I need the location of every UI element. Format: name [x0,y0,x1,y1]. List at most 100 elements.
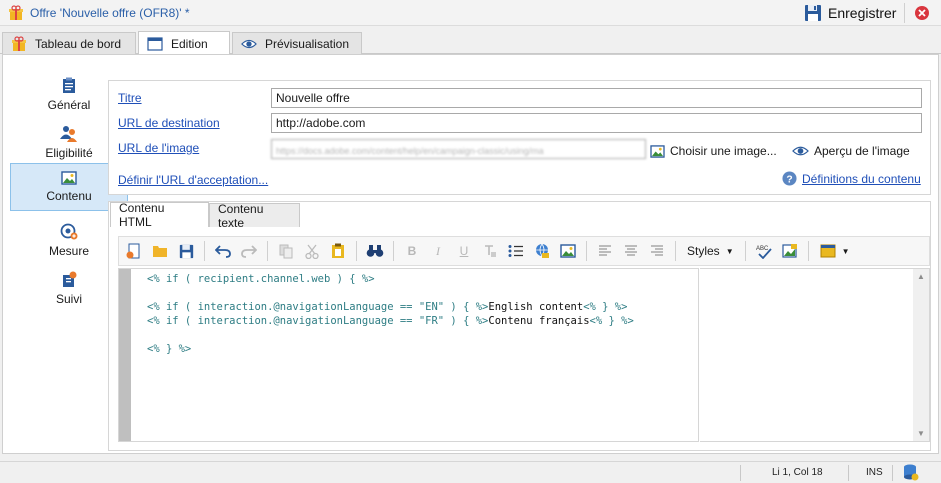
open-button[interactable] [149,240,171,262]
title-field[interactable]: Nouvelle offre [271,88,922,108]
align-right-icon [651,245,663,256]
title-separator [904,3,905,23]
clear-format-button[interactable] [479,240,501,262]
italic-button[interactable]: I [427,240,449,262]
target-icon [60,223,78,239]
image-icon [560,244,576,258]
status-separator [740,465,741,481]
title-link[interactable]: Titre [118,91,142,105]
svg-text:ABC: ABC [756,246,769,252]
chevron-down-icon: ▼ [841,246,850,256]
bullet-list-icon [508,245,523,257]
content-definitions-button[interactable]: ? Définitions du contenu [782,171,921,186]
underline-button[interactable]: U [453,240,475,262]
copy-button[interactable] [275,240,297,262]
floppy-disk-icon [805,5,821,21]
align-left-button[interactable] [594,240,616,262]
scissors-icon [305,244,319,259]
image-url-link[interactable]: URL de l'image [118,141,199,155]
styles-dropdown-label: Styles [687,244,720,258]
insert-block-icon [820,244,836,258]
tab-html-content[interactable]: Contenu HTML [110,201,209,229]
sidebar-item-measure-label: Mesure [48,243,89,258]
paste-button[interactable] [327,240,349,262]
vertical-scrollbar[interactable]: ▲ ▼ [913,269,929,441]
scroll-down-icon[interactable]: ▼ [917,429,925,438]
save-file-button[interactable] [175,240,197,262]
image-icon [61,171,77,185]
spellcheck-icon: ABC [756,246,772,259]
insert-image-button[interactable] [557,240,579,262]
toolbar-separator [267,241,268,261]
paste-icon [332,243,344,258]
code-line-3c: <% } %> [583,301,628,313]
people-icon [60,125,77,142]
find-button[interactable] [364,240,386,262]
align-right-button[interactable] [646,240,668,262]
sidebar-item-content-label: Contenu [46,189,92,203]
tab-edition[interactable]: Edition [138,31,230,55]
editor-toolbar: B I U Styles ▼ ABC ▼ [118,236,930,266]
html-code-editor[interactable]: <% if ( recipient.channel.web ) { %> <% … [118,268,699,442]
choose-image-button[interactable]: Choisir une image... [650,144,777,158]
editor-side-pane: ▲ ▼ [700,268,930,442]
gift-icon [12,36,26,51]
undo-icon [215,245,231,258]
copy-icon [279,244,293,258]
eye-icon [792,146,809,156]
image-preview-button[interactable]: Aperçu de l'image [792,144,910,158]
code-line-3a: <% if ( interaction.@navigationLanguage … [147,301,489,313]
insert-dropdown[interactable]: ▼ [816,240,854,262]
toolbar-separator [807,241,809,261]
tab-edition-label: Edition [171,36,208,51]
editor-gutter [119,269,131,441]
clipboard-icon [63,77,75,93]
tab-text-content[interactable]: Contenu texte [209,202,300,230]
toolbar-separator [356,241,357,261]
close-icon [915,6,929,20]
image-icon [650,144,665,158]
status-separator [892,465,893,481]
destination-url-link[interactable]: URL de destination [118,116,220,130]
save-button[interactable]: Enregistrer [800,1,904,25]
tab-dashboard[interactable]: Tableau de bord [2,32,136,55]
sidebar-item-tracking-label: Suivi [55,291,82,306]
image-properties-button[interactable] [779,240,801,262]
image-url-field[interactable]: https://docs.adobe.com/content/help/en/c… [271,139,646,159]
gift-icon [9,5,23,20]
toolbar-separator [675,241,676,261]
sidebar-item-general-label: Général [47,97,91,112]
accept-url-link[interactable]: Définir l'URL d'acceptation... [118,173,268,187]
code-content: <% if ( recipient.channel.web ) { %> <% … [147,272,634,356]
window-icon [147,36,163,51]
bullet-list-button[interactable] [505,240,527,262]
floppy-disk-icon [179,244,193,258]
database-icon[interactable] [903,464,919,482]
image-preview-label: Aperçu de l'image [814,144,910,158]
close-button[interactable] [910,2,934,24]
align-center-button[interactable] [620,240,642,262]
insert-link-button[interactable] [531,240,553,262]
new-document-button[interactable] [123,240,145,262]
tab-preview[interactable]: Prévisualisation [232,32,362,55]
cut-button[interactable] [301,240,323,262]
choose-image-label: Choisir une image... [670,144,777,158]
styles-dropdown[interactable]: Styles ▼ [683,240,738,262]
undo-button[interactable] [212,240,234,262]
main-tab-strip: Tableau de bord Edition Prévisualisation [0,30,941,55]
spellcheck-button[interactable]: ABC [753,240,775,262]
toolbar-separator [586,241,587,261]
toolbar-separator [744,241,746,261]
destination-url-field[interactable]: http://adobe.com [271,113,922,133]
globe-link-icon [536,243,549,258]
content-definitions-label: Définitions du contenu [802,171,921,186]
redo-icon [241,245,257,258]
redo-button[interactable] [238,240,260,262]
scroll-up-icon[interactable]: ▲ [917,272,925,281]
folder-icon [153,246,167,257]
bold-button[interactable]: B [401,240,423,262]
cursor-position: Li 1, Col 18 [772,467,823,478]
code-line-4b: Contenu français [488,315,590,327]
code-line-1: <% if ( recipient.channel.web ) { %> [147,273,375,285]
save-button-label: Enregistrer [828,5,897,21]
